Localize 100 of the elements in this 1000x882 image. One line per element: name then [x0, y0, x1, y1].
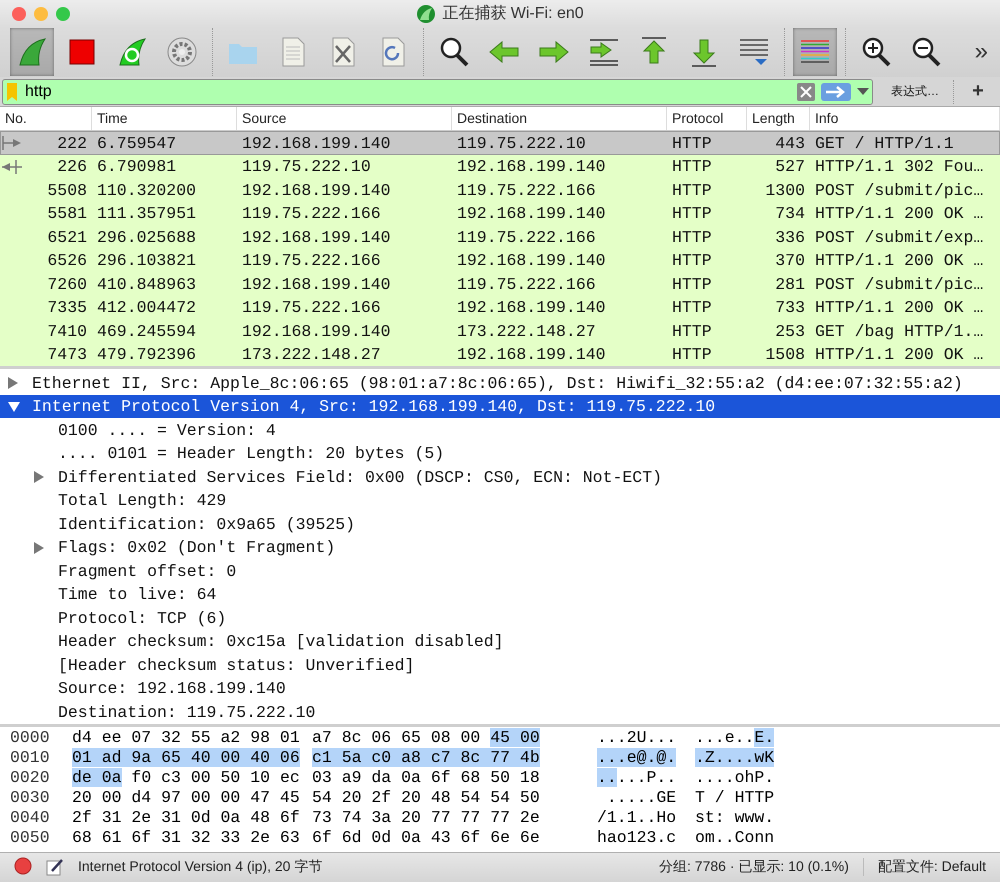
- table-cell-text: 110.320200: [96, 180, 198, 200]
- packet-row[interactable]: 5581 111.357951 119.75.222.166 192.168.199.140 HTTP 734 HTTP/1.1 200 OK …: [0, 202, 1000, 226]
- hex-bytes: 73 74 3a 20 77 77 77 2e: [312, 808, 540, 828]
- table-cell-text: HTTP: [671, 274, 713, 294]
- packet-row[interactable]: 6521 296.025688 192.168.199.140 119.75.222.166 HTTP 336 POST /submit/exp…: [0, 225, 1000, 249]
- table-cell-text: GET /bag HTTP/1.…: [814, 322, 984, 341]
- table-cell-text: 173.222.148.27: [241, 345, 382, 364]
- expand-triangle-icon[interactable]: [34, 471, 44, 484]
- table-cell-text: 119.75.222.166: [241, 204, 382, 224]
- table-cell-text: 527: [774, 157, 806, 176]
- detail-row[interactable]: Internet Protocol Version 4, Src: 192.168.199.140, Dst: 119.75.222.10: [0, 394, 1000, 418]
- table-cell-text: HTTP: [671, 157, 713, 176]
- column-header[interactable]: Time: [92, 107, 237, 130]
- filter-input[interactable]: http: [21, 82, 794, 101]
- expand-triangle-icon[interactable]: [8, 377, 18, 390]
- hex-bytes: 54 20 2f 20 48 54 54 50: [312, 788, 540, 808]
- ascii-bytes: ...e..: [695, 728, 754, 748]
- packet-row[interactable]: 7410 469.245594 192.168.199.140 173.222.148.27 HTTP 253 GET /bag HTTP/1.…: [0, 319, 1000, 343]
- table-cell-text: 192.168.199.140: [241, 228, 392, 247]
- table-cell-text: HTTP/1.1 200 OK …: [814, 345, 984, 364]
- record-icon[interactable]: [14, 856, 32, 875]
- table-cell-text: 192.168.199.140: [456, 157, 607, 176]
- packet-row[interactable]: 226 6.790981 119.75.222.10 192.168.199.140 HTTP 527 HTTP/1.1 302 Fou…: [0, 154, 1000, 178]
- column-header[interactable]: Destination: [452, 107, 667, 130]
- table-cell-text: 336: [774, 228, 806, 247]
- edit-icon[interactable]: [46, 858, 64, 876]
- table-cell-text: 119.75.222.10: [241, 157, 372, 176]
- table-cell-text: 253: [774, 322, 806, 341]
- table-cell-text: 119.75.222.10: [456, 134, 587, 153]
- ascii-bytes: /1.1..Ho: [597, 808, 676, 828]
- hex-bytes: 03 a9 da 0a 6f 68 50 18: [312, 768, 540, 788]
- gear-icon: [165, 35, 199, 70]
- packet-row[interactable]: 7335 412.004472 119.75.222.166 192.168.199.140 HTTP 733 HTTP/1.1 200 OK …: [0, 296, 1000, 320]
- table-cell-text: POST /submit/exp…: [814, 228, 984, 247]
- ascii-bytes: .....GE: [606, 788, 676, 808]
- table-cell-text: 296.025688: [96, 228, 198, 247]
- table-cell-text: 734: [774, 204, 806, 224]
- detail-row[interactable]: Time to live: 64: [0, 582, 1000, 606]
- detail-row[interactable]: Total Length: 429: [0, 488, 1000, 512]
- table-cell-text: 443: [774, 134, 806, 153]
- arrow-right-icon: [821, 82, 851, 101]
- close-button[interactable]: [12, 7, 26, 21]
- packet-row[interactable]: 6526 296.103821 119.75.222.166 192.168.199.140 HTTP 370 HTTP/1.1 200 OK …: [0, 248, 1000, 272]
- filter-field[interactable]: http: [2, 78, 873, 105]
- detail-row[interactable]: Ethernet II, Src: Apple_8c:06:65 (98:01:a7:8c:06:65), Dst: Hiwifi_32:55:a2 (d4:ee:07:32:55:a2): [0, 371, 1000, 395]
- column-header[interactable]: Info: [810, 107, 1000, 130]
- add-button[interactable]: +: [958, 79, 998, 104]
- more-button[interactable]: »: [964, 38, 998, 66]
- table-cell: 7260: [47, 274, 87, 294]
- collapse-triangle-icon[interactable]: [8, 402, 20, 412]
- table-cell: 5508: [47, 180, 87, 200]
- table-cell-text: HTTP/1.1 200 OK …: [814, 204, 984, 224]
- byte-offset: 0020: [10, 768, 51, 788]
- table-cell-text: POST /submit/pic…: [814, 274, 984, 294]
- detail-row[interactable]: .... 0101 = Header Length: 20 bytes (5): [0, 442, 1000, 466]
- expand-triangle-icon[interactable]: [34, 542, 44, 554]
- column-header[interactable]: Protocol: [667, 107, 747, 130]
- table-cell-text: 6.759547: [96, 134, 178, 153]
- packet-row[interactable]: 222 6.759547 192.168.199.140 119.75.222.10 HTTP 443 GET / HTTP/1.1: [0, 131, 1000, 155]
- table-cell-text: HTTP: [671, 322, 713, 341]
- table-cell: 6526: [47, 251, 87, 270]
- detail-row[interactable]: Fragment offset: 0: [0, 559, 1000, 583]
- column-header[interactable]: No.: [0, 107, 92, 130]
- detail-row[interactable]: Protocol: TCP (6): [0, 606, 1000, 630]
- column-header[interactable]: Length: [747, 107, 810, 130]
- table-cell: 222: [57, 134, 87, 153]
- hex-bytes: 45 00: [490, 728, 540, 748]
- detail-row[interactable]: Header checksum: 0xc15a [validation disabled]: [0, 630, 1000, 654]
- packet-row[interactable]: 7260 410.848963 192.168.199.140 119.75.222.166 HTTP 281 POST /submit/pic…: [0, 272, 1000, 296]
- table-cell-text: 119.75.222.166: [241, 251, 382, 270]
- hex-bytes: 2f 31 2e 31 0d 0a 48 6f: [72, 808, 300, 828]
- ascii-bytes: ...P..: [616, 768, 676, 788]
- table-cell-text: HTTP: [671, 180, 713, 200]
- table-cell-text: 1300: [764, 180, 806, 200]
- detail-row[interactable]: Source: 192.168.199.140: [0, 676, 1000, 700]
- expression-button[interactable]: 表达式…: [877, 80, 954, 104]
- detail-row[interactable]: 0100 .... = Version: 4: [0, 418, 1000, 442]
- table-cell-text: 119.75.222.166: [456, 180, 597, 200]
- column-header[interactable]: Source: [237, 107, 452, 130]
- detail-row[interactable]: Differentiated Services Field: 0x00 (DSCP: CS0, ECN: Not-ECT): [0, 465, 1000, 489]
- packet-row[interactable]: 5508 110.320200 192.168.199.140 119.75.222.166 HTTP 1300 POST /submit/pic…: [0, 178, 1000, 202]
- packet-row[interactable]: 7473 479.792396 173.222.148.27 192.168.199.140 HTTP 1508 HTTP/1.1 200 OK …: [0, 342, 1000, 366]
- detail-row[interactable]: Flags: 0x02 (Don't Fragment): [0, 536, 1000, 560]
- hex-bytes: c1 5a c0 a8 c7 8c 77 4b: [312, 748, 540, 768]
- table-cell-text: 281: [774, 274, 806, 294]
- detail-row[interactable]: Destination: 119.75.222.10: [0, 700, 1000, 724]
- table-cell-text: 6.790981: [96, 157, 178, 176]
- profile-label[interactable]: 配置文件: Default: [862, 858, 1000, 876]
- table-cell-text: 192.168.199.140: [241, 322, 392, 341]
- detail-row[interactable]: [Header checksum status: Unverified]: [0, 653, 1000, 677]
- table-cell: 226: [57, 157, 87, 176]
- hex-bytes: 20 00 d4 97 00 00 47 45: [72, 788, 300, 808]
- ascii-bytes: ...2U...: [597, 728, 676, 748]
- byte-offset: 0030: [10, 788, 51, 808]
- table-cell-text: 412.004472: [96, 298, 198, 318]
- table-cell-text: 173.222.148.27: [456, 322, 597, 341]
- table-cell: 7335: [47, 298, 87, 318]
- table-cell-text: HTTP: [671, 298, 713, 318]
- caret-icon: [857, 88, 869, 96]
- detail-row[interactable]: Identification: 0x9a65 (39525): [0, 512, 1000, 536]
